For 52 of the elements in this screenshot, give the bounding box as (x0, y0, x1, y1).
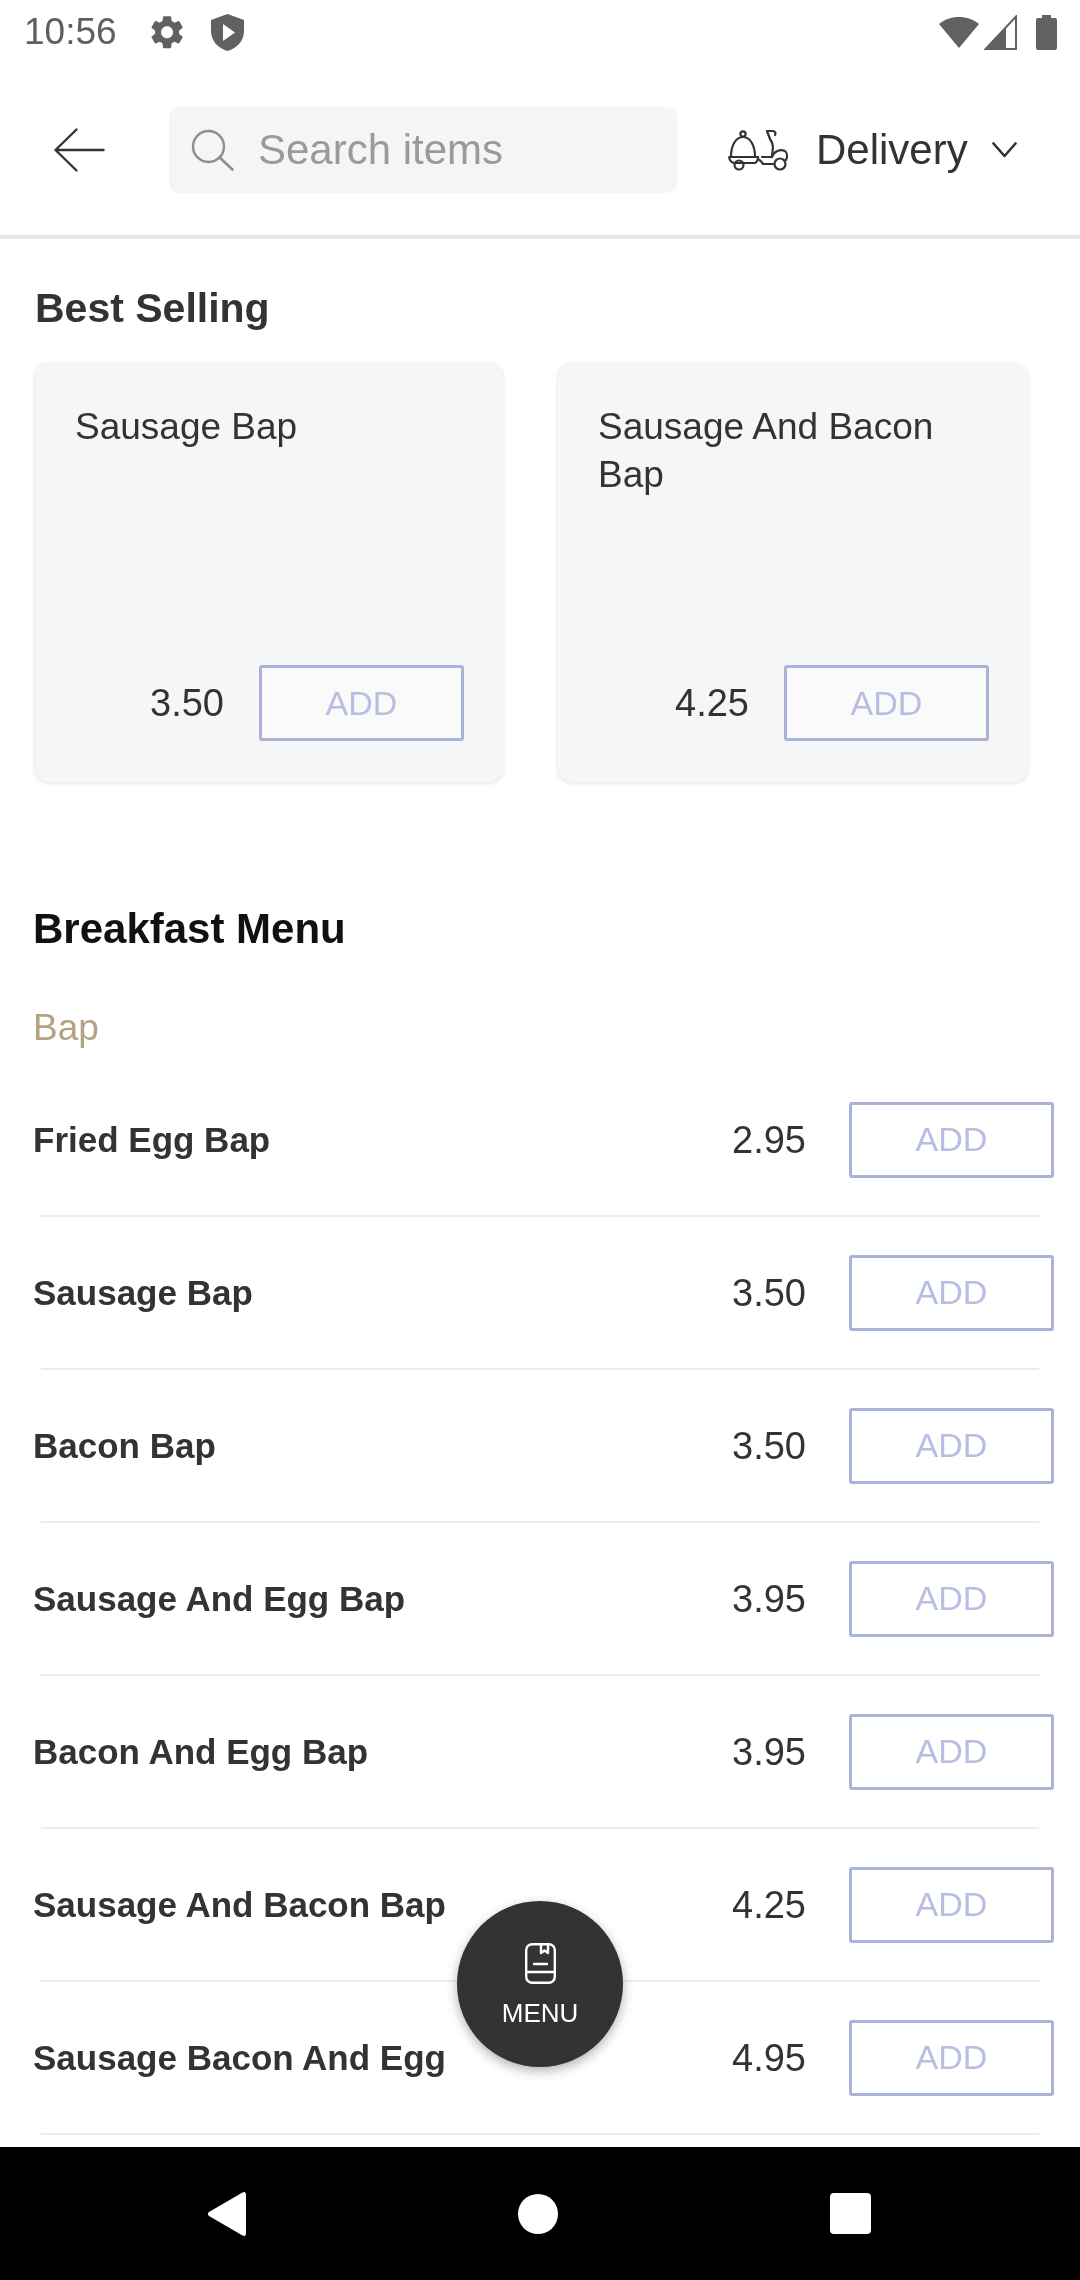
product-price: 4.25 (675, 681, 749, 725)
product-name: Sausage And Bacon Bap (598, 405, 935, 497)
product-card[interactable]: Sausage And Bacon Bap 4.25 ADD (558, 363, 1028, 782)
item-name: Sausage Bap (33, 1271, 253, 1314)
item-price: 3.50 (732, 1423, 806, 1468)
recents-square-icon (830, 2193, 871, 2234)
product-card[interactable]: Sausage Bap 3.50 ADD (35, 363, 503, 782)
item-name: Bacon Bap (33, 1424, 216, 1467)
scooter-icon (728, 128, 789, 171)
item-price: 3.95 (732, 1576, 806, 1621)
item-name: Sausage And Egg Bap (33, 1577, 406, 1620)
add-button[interactable]: ADD (259, 665, 464, 741)
add-button[interactable]: ADD (784, 665, 989, 741)
product-price: 3.50 (150, 681, 224, 725)
item-price: 4.95 (732, 2035, 806, 2080)
item-price: 3.95 (732, 1729, 806, 1774)
add-button[interactable]: ADD (849, 1713, 1054, 1790)
item-name: Sausage Bacon And Egg (33, 2036, 446, 2079)
nav-home-button[interactable] (518, 2193, 558, 2234)
add-button[interactable]: ADD (849, 2019, 1054, 2096)
add-button[interactable]: ADD (849, 1407, 1054, 1484)
section-title: Best Selling (35, 284, 270, 332)
product-name: Sausage Bap (75, 405, 298, 449)
search-icon (191, 128, 234, 171)
item-price: 4.25 (732, 1882, 806, 1927)
item-name: Fried Egg Bap (33, 1118, 271, 1161)
settings-icon (149, 15, 184, 49)
chevron-down-icon (991, 141, 1017, 158)
category-title: Bap (33, 1006, 99, 1050)
add-button[interactable]: ADD (849, 1560, 1054, 1637)
home-circle-icon (518, 2193, 558, 2234)
item-name: Sausage And Bacon Bap (33, 1883, 446, 1926)
battery-icon (1036, 14, 1057, 50)
signal-icon (984, 14, 1017, 50)
item-price: 3.50 (732, 1270, 806, 1315)
status-time: 10:56 (24, 12, 117, 52)
item-price: 2.95 (732, 1117, 806, 1162)
item-name: Bacon And Egg Bap (33, 1730, 369, 1773)
shield-play-icon (210, 13, 244, 51)
back-arrow-icon (54, 127, 105, 172)
add-button[interactable]: ADD (849, 1866, 1054, 1943)
search-field[interactable]: Search items (169, 106, 677, 193)
add-button[interactable]: ADD (849, 1101, 1054, 1178)
menu-button[interactable]: MENU (457, 1901, 623, 2067)
back-button[interactable] (54, 127, 105, 172)
add-button[interactable]: ADD (849, 1254, 1054, 1331)
nav-back-button[interactable] (207, 2190, 246, 2237)
booklet-icon (524, 1942, 556, 1984)
menu-title: Breakfast Menu (33, 905, 346, 953)
back-triangle-icon (207, 2190, 246, 2237)
delivery-dropdown[interactable]: Delivery (728, 125, 1017, 174)
wifi-icon (939, 16, 979, 48)
